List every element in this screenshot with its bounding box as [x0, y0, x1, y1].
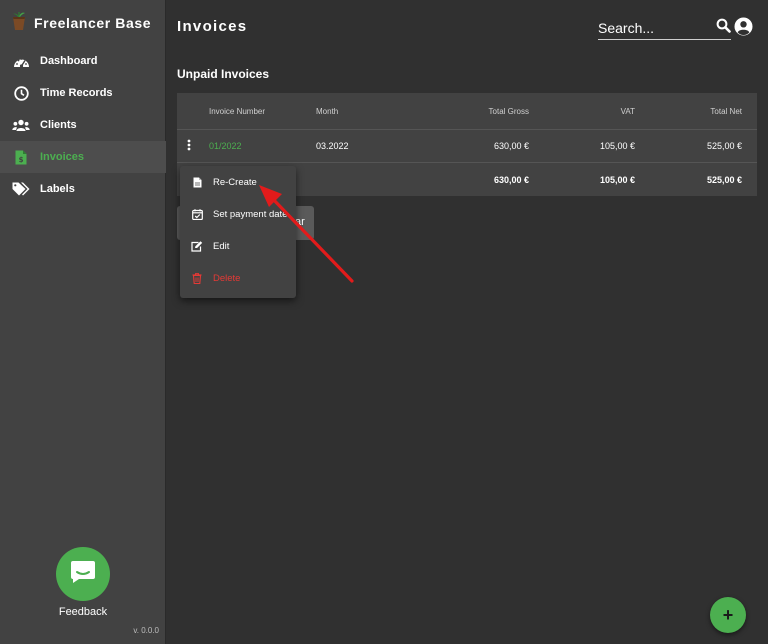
invoice-gross: 630,00 €	[493, 141, 529, 151]
menu-item-label: Re-Create	[213, 176, 257, 188]
tags-icon	[12, 181, 30, 197]
menu-item-set-payment-date[interactable]: Set payment date	[180, 198, 296, 230]
add-invoice-button[interactable]: +	[710, 597, 746, 633]
feedback-button[interactable]	[56, 547, 110, 601]
table-row: 01/2022 03.2022 630,00 € 105,00 € 525,00…	[177, 130, 757, 163]
calendar-check-icon	[191, 208, 203, 220]
brand-title: Freelancer Base	[34, 15, 152, 31]
version-label: v. 0.0.0	[133, 626, 159, 635]
sidebar: Freelancer Base Dashboard Time Records C…	[0, 0, 166, 644]
search-icon[interactable]	[716, 18, 731, 38]
menu-item-edit[interactable]: Edit	[180, 230, 296, 262]
tooltip-text: ar	[295, 216, 305, 228]
invoice-month: 03.2022	[316, 141, 349, 151]
total-vat: 105,00 €	[599, 174, 635, 185]
invoice-vat: 105,00 €	[599, 141, 635, 151]
table-header-row: Invoice Number Month Total Gross VAT Tot…	[177, 93, 757, 130]
invoice-net: 525,00 €	[706, 141, 742, 151]
sidebar-item-dashboard[interactable]: Dashboard	[0, 45, 166, 77]
sidebar-item-time-records[interactable]: Time Records	[0, 77, 166, 109]
sidebar-item-label: Invoices	[40, 151, 85, 163]
total-net: 525,00 €	[706, 174, 742, 185]
column-header[interactable]: Invoice Number	[209, 93, 265, 129]
users-icon	[12, 117, 30, 133]
section-title: Unpaid Invoices	[177, 67, 270, 81]
chat-bubble-icon	[70, 560, 96, 589]
edit-icon	[191, 240, 203, 252]
sidebar-nav: Dashboard Time Records Clients $ Invoice…	[0, 45, 166, 205]
clock-icon	[12, 85, 30, 101]
main-content: Invoices Unpaid Invoices Invoice Number …	[167, 0, 768, 644]
search-input[interactable]	[598, 19, 708, 36]
sidebar-item-label: Dashboard	[40, 55, 98, 67]
trash-icon	[191, 272, 203, 284]
sidebar-item-label: Clients	[40, 119, 77, 131]
menu-item-delete[interactable]: Delete	[180, 262, 296, 294]
invoice-number-link[interactable]: 01/2022	[209, 130, 242, 162]
page-title: Invoices	[177, 18, 248, 35]
column-header[interactable]: Total Gross	[489, 93, 529, 129]
document-icon	[191, 176, 203, 188]
sidebar-item-labels[interactable]: Labels	[0, 173, 166, 205]
sidebar-item-clients[interactable]: Clients	[0, 109, 166, 141]
column-header[interactable]: Total Net	[710, 93, 742, 129]
sidebar-item-invoices[interactable]: $ Invoices	[0, 141, 166, 173]
brand[interactable]: Freelancer Base	[10, 11, 152, 36]
svg-text:$: $	[19, 156, 24, 164]
dashboard-gauge-icon	[12, 53, 30, 69]
row-menu-button[interactable]	[187, 130, 197, 162]
search-box[interactable]	[598, 16, 731, 40]
brand-logo-icon	[10, 11, 28, 36]
sidebar-item-label: Time Records	[40, 87, 113, 99]
invoice-icon: $	[12, 149, 30, 165]
more-vertical-icon	[187, 139, 191, 153]
menu-item-label: Set payment date	[213, 208, 288, 220]
sidebar-item-label: Labels	[40, 183, 75, 195]
column-header[interactable]: Month	[316, 93, 338, 129]
feedback-label: Feedback	[58, 606, 108, 618]
account-circle-icon[interactable]	[734, 17, 753, 41]
total-gross: 630,00 €	[493, 174, 529, 185]
column-header[interactable]: VAT	[621, 93, 635, 129]
row-context-menu: Re-Create Set payment date Edit Delete	[180, 166, 296, 298]
menu-item-label: Edit	[213, 240, 230, 252]
menu-item-label: Delete	[213, 272, 241, 284]
menu-item-re-create[interactable]: Re-Create	[180, 166, 296, 198]
